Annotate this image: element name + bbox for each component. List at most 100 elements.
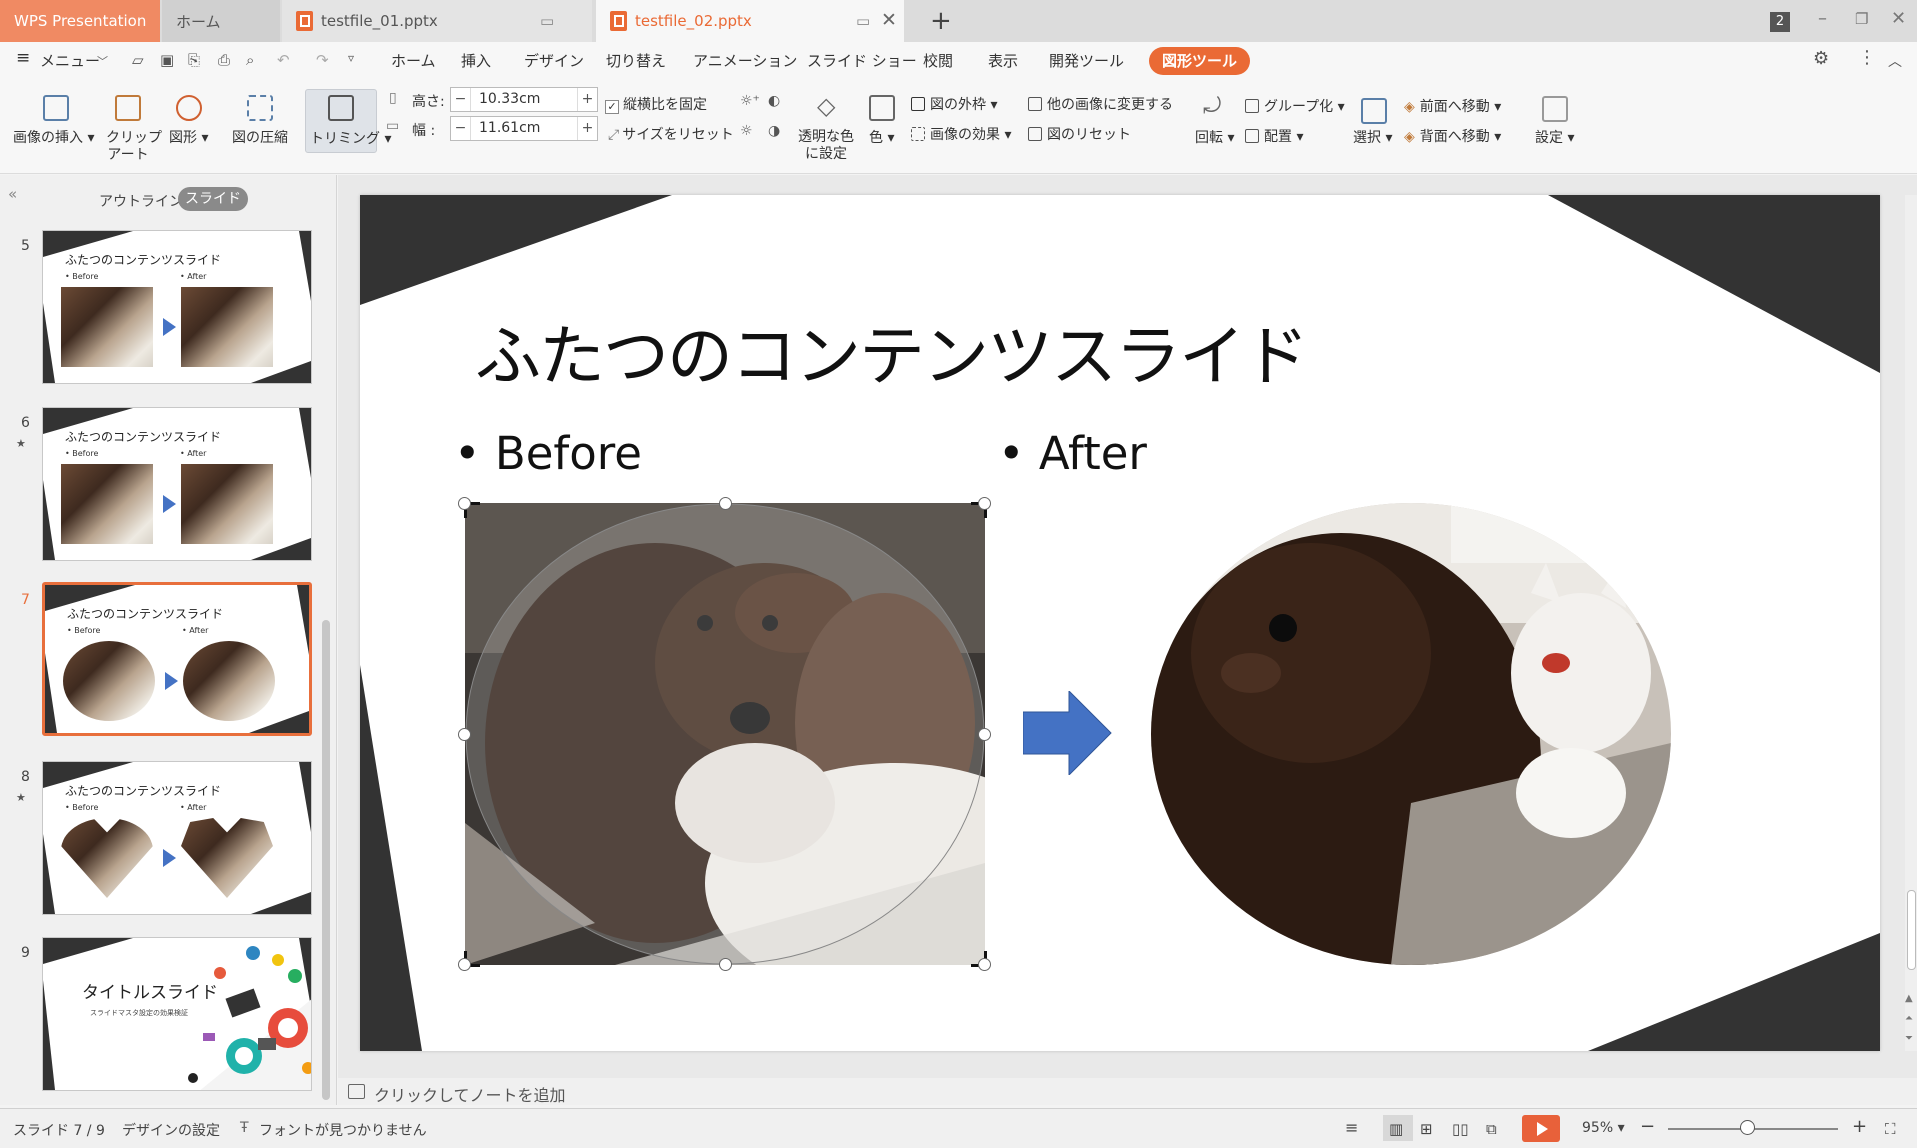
design-settings-button[interactable]: デザインの設定 [122, 1120, 220, 1140]
zoom-dropdown[interactable]: 95% ▾ [1582, 1120, 1625, 1136]
width-value[interactable]: 11.61cm [479, 120, 540, 136]
right-arrow-shape[interactable] [1023, 691, 1115, 775]
insert-image-icon[interactable] [43, 95, 69, 121]
slide-thumbnail-5[interactable]: ふたつのコンテンツスライド • Before • After [42, 230, 312, 384]
home-tab[interactable]: ホーム [162, 0, 280, 42]
trim-button[interactable]: トリミング ▾ [305, 89, 391, 153]
stage-scrollbar-thumb[interactable] [1907, 890, 1916, 970]
resize-handle[interactable] [719, 497, 732, 510]
transparent-color-button[interactable]: 透明な色 に設定 [798, 129, 854, 163]
tab-design[interactable]: デザイン [524, 50, 584, 71]
undo-icon[interactable]: ↶ [277, 51, 290, 69]
insert-image-button[interactable]: 画像の挿入 ▾ [13, 130, 94, 147]
print-icon[interactable]: ⎙ [218, 51, 230, 69]
color-icon[interactable] [869, 95, 895, 121]
resize-handle[interactable] [458, 958, 471, 971]
rotate-icon[interactable]: ⤾ [1203, 94, 1221, 119]
bring-forward-button[interactable]: ◈ 前面へ移動 ▾ [1404, 96, 1501, 116]
align-button[interactable]: 配置 ▾ [1245, 126, 1303, 146]
new-tab-icon[interactable]: + [930, 6, 952, 36]
monitor-icon[interactable]: ▭ [856, 12, 870, 30]
recording-icon[interactable]: ⧉ [1486, 1120, 1497, 1138]
slide-thumbnail-8[interactable]: ふたつのコンテンツスライド • Before • After [42, 761, 312, 915]
after-image[interactable] [1151, 503, 1671, 965]
play-slideshow-button[interactable] [1522, 1115, 1560, 1142]
redo-icon[interactable]: ↷ [316, 51, 329, 69]
tab-insert[interactable]: 挿入 [461, 50, 491, 71]
shape-icon[interactable] [176, 95, 202, 121]
transparent-color-icon[interactable]: ◇ [817, 92, 835, 120]
next-slide-icon[interactable]: ⏷ [1905, 1033, 1913, 1044]
after-label[interactable]: • After [998, 427, 1147, 480]
prev-slide-icon[interactable]: ⏶ [1905, 1013, 1913, 1024]
gear-icon[interactable]: ⚙ [1813, 48, 1829, 69]
zoom-slider-knob[interactable] [1740, 1120, 1755, 1135]
collapse-panel-icon[interactable]: « [8, 185, 17, 203]
select-button[interactable]: 選択 ▾ [1353, 130, 1392, 147]
collapse-ribbon-icon[interactable]: ︿ [1888, 51, 1902, 71]
resize-handle[interactable] [719, 958, 732, 971]
before-image[interactable] [465, 503, 985, 965]
send-backward-button[interactable]: ◈ 背面へ移動 ▾ [1404, 126, 1501, 146]
resize-handle[interactable] [978, 728, 991, 741]
notes-placeholder[interactable]: クリックしてノートを追加 [374, 1082, 566, 1106]
brightness-down-icon[interactable]: ☼ [740, 123, 753, 139]
zoom-in-icon[interactable]: + [1852, 1116, 1867, 1137]
zoom-out-icon[interactable]: − [1640, 1116, 1655, 1137]
height-stepper[interactable]: − 10.33cm + [450, 87, 598, 112]
slide-canvas[interactable]: ふたつのコンテンツスライド • Before • After [360, 195, 1880, 1051]
app-tab[interactable]: WPS Presentation [0, 0, 160, 42]
more-options-icon[interactable]: ⋮ [1858, 47, 1876, 68]
tab-review[interactable]: 校閲 [923, 50, 953, 71]
height-increment-button[interactable]: + [577, 88, 597, 111]
font-warning[interactable]: フォントが見つかりません [259, 1120, 427, 1140]
rotate-button[interactable]: 回転 ▾ [1195, 130, 1234, 147]
file-tab-2[interactable]: testfile_02.pptx ▭ ✕ [596, 0, 904, 42]
clipart-icon[interactable] [115, 95, 141, 121]
compress-image-button[interactable]: 図の圧縮 [232, 130, 288, 147]
slide-sorter-icon[interactable]: ⊞ [1420, 1120, 1433, 1138]
clipart-button[interactable]: クリップ アート [106, 130, 162, 164]
close-tab-icon[interactable]: ✕ [881, 9, 897, 31]
panel-scrollbar[interactable] [322, 620, 330, 1100]
resize-handle[interactable] [458, 728, 471, 741]
outline-tab[interactable]: アウトライン [99, 191, 183, 211]
resize-handle[interactable] [978, 958, 991, 971]
height-decrement-button[interactable]: − [451, 88, 471, 111]
change-image-button[interactable]: 他の画像に変更する [1028, 94, 1173, 114]
window-count-badge[interactable]: 2 [1770, 12, 1790, 32]
height-value[interactable]: 10.33cm [479, 91, 540, 107]
menu-button[interactable]: メニュー [40, 50, 100, 71]
tab-home[interactable]: ホーム [391, 50, 436, 71]
slides-tab[interactable]: スライド [178, 187, 248, 211]
file-tab-1[interactable]: testfile_01.pptx ▭ [282, 0, 592, 42]
tab-animation[interactable]: アニメーション [693, 50, 797, 71]
slide-title[interactable]: ふたつのコンテンツスライド [475, 303, 1309, 399]
contrast-up-icon[interactable]: ◐ [768, 93, 780, 109]
notes-area[interactable]: クリックしてノートを追加 [338, 1078, 1917, 1105]
width-increment-button[interactable]: + [577, 117, 597, 140]
tab-transitions[interactable]: 切り替え [606, 50, 666, 71]
tab-slideshow[interactable]: スライド ショー [807, 50, 917, 71]
shape-button[interactable]: 図形 ▾ [169, 130, 208, 147]
hamburger-icon[interactable]: ≡ [16, 48, 30, 68]
print-preview-icon[interactable]: ⌕ [246, 51, 254, 69]
reset-size-button[interactable]: ⤢ サイズをリセット [608, 124, 734, 144]
resize-handle[interactable] [458, 497, 471, 510]
settings-button[interactable]: 設定 ▾ [1535, 130, 1574, 147]
save-icon[interactable]: ▣ [160, 51, 174, 69]
monitor-icon[interactable]: ▭ [540, 12, 554, 30]
reading-view-icon[interactable]: ▯▯ [1452, 1120, 1469, 1138]
contrast-down-icon[interactable]: ◑ [768, 123, 780, 139]
color-button[interactable]: 色 ▾ [869, 130, 894, 147]
tab-developer[interactable]: 開発ツール [1049, 50, 1124, 71]
resize-handle[interactable] [978, 497, 991, 510]
reset-image-button[interactable]: 図のリセット [1028, 124, 1131, 144]
fit-window-icon[interactable]: ⛶ [1885, 1120, 1896, 1138]
quick-access-dropdown-icon[interactable]: ▿ [348, 51, 354, 65]
export-icon[interactable]: ⎘ [188, 51, 200, 69]
slide-thumbnail-6[interactable]: ふたつのコンテンツスライド • Before • After [42, 407, 312, 561]
effects-button[interactable]: 画像の効果 ▾ [911, 124, 1011, 144]
tab-view[interactable]: 表示 [988, 50, 1018, 71]
slide-thumbnail-9[interactable]: タイトルスライド スライドマスタ設定の効果検証 [42, 937, 312, 1091]
